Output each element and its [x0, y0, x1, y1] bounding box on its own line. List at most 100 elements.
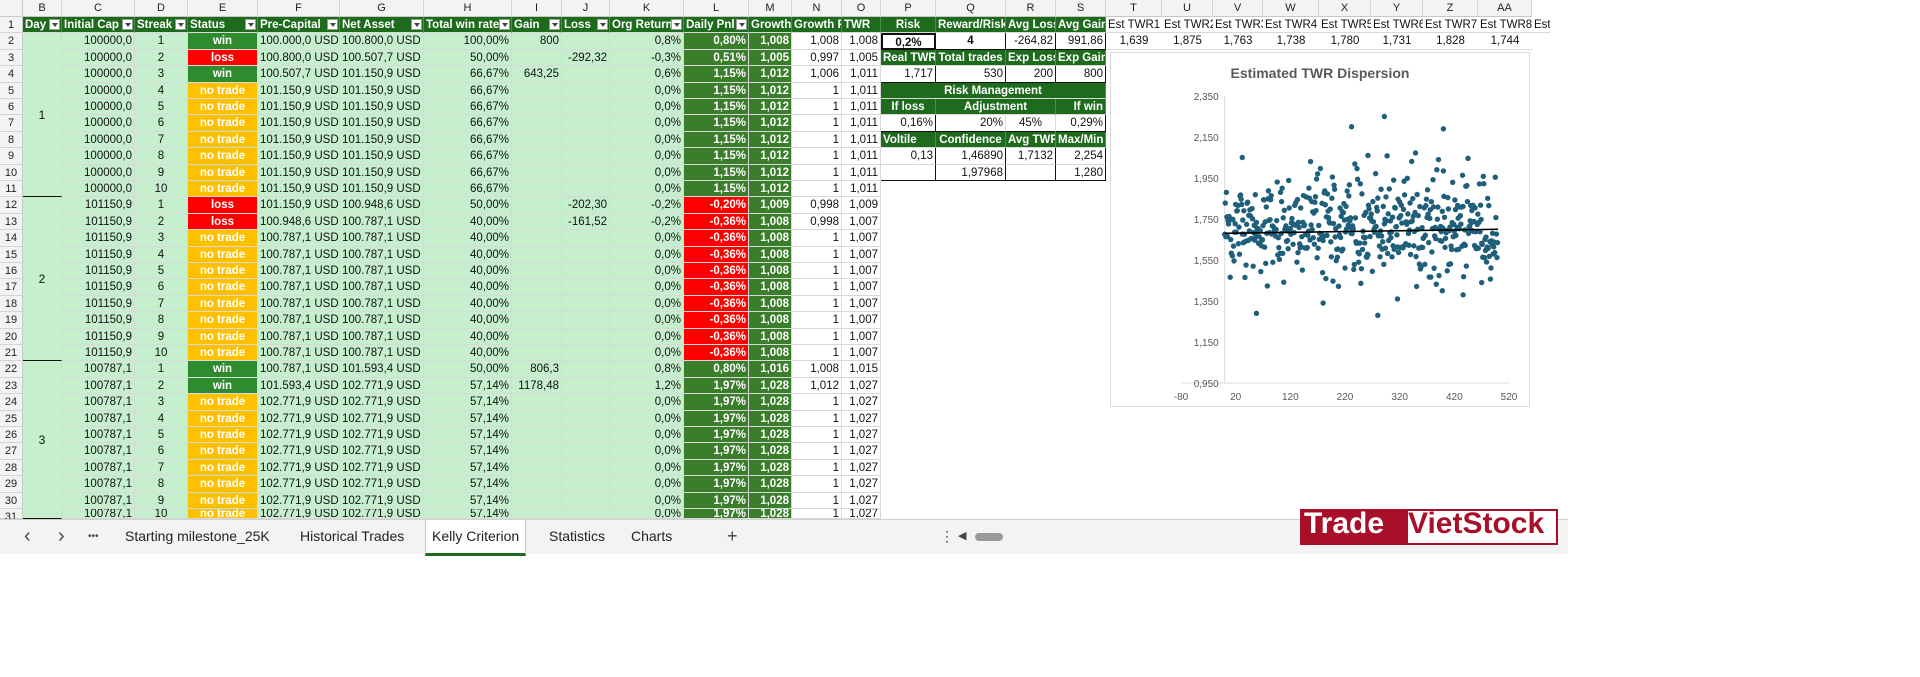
cell-loss[interactable] [562, 148, 610, 165]
header-est-twr[interactable]: Est TWR1 [1106, 17, 1162, 34]
cell-initial-cap[interactable]: 100000,0 [62, 181, 135, 198]
cell-initial-cap[interactable]: 100787,1 [62, 377, 135, 395]
cell-pre-capital[interactable]: 100.800,0 USD [258, 49, 340, 67]
cell-gain[interactable] [512, 295, 562, 313]
cell-daily-pnl[interactable]: 1,15% [684, 82, 749, 99]
cell-streak[interactable]: 10 [135, 345, 188, 362]
cell-status[interactable]: loss [188, 213, 258, 231]
cell-loss[interactable] [562, 99, 610, 116]
est-twr-value[interactable]: 1,639 [1106, 33, 1162, 50]
cell-growth[interactable]: 1,008 [749, 213, 792, 231]
header-est-twr[interactable]: Est TWR4 [1263, 17, 1319, 34]
row-header[interactable]: 11 [0, 181, 23, 198]
cell-initial-cap[interactable]: 100000,0 [62, 33, 135, 50]
cell-loss[interactable] [562, 394, 610, 411]
total-trades-label[interactable]: Total trades [936, 49, 1006, 67]
row-header[interactable]: 4 [0, 66, 23, 83]
row-header[interactable]: 23 [0, 377, 23, 395]
cell-status[interactable]: no trade [188, 181, 258, 198]
column-header-j[interactable]: J [562, 0, 610, 17]
cell-growth-f[interactable]: 1,008 [792, 33, 842, 50]
row-header[interactable]: 8 [0, 131, 23, 149]
cell-net-asset[interactable]: 101.150,9 USD [340, 82, 424, 99]
cell-growth-f[interactable]: 0,998 [792, 197, 842, 214]
cell-loss[interactable] [562, 459, 610, 477]
cell-twr[interactable]: 1,027 [842, 394, 881, 411]
cell-daily-pnl[interactable]: -0,20% [684, 197, 749, 214]
row-header[interactable]: 29 [0, 476, 23, 493]
cell-twr[interactable]: 1,008 [842, 33, 881, 50]
tab-historical-trades[interactable]: Historical Trades [300, 520, 404, 553]
cell-pre-capital[interactable]: 100.948,6 USD [258, 213, 340, 231]
cell-twr[interactable]: 1,011 [842, 66, 881, 83]
cell-daily-pnl[interactable]: -0,36% [684, 246, 749, 263]
cell-growth-f[interactable]: 1 [792, 115, 842, 132]
cell-streak[interactable]: 4 [135, 82, 188, 99]
voltile-label[interactable]: Voltile [881, 131, 936, 149]
row-header[interactable]: 21 [0, 345, 23, 362]
cell-twr[interactable]: 1,007 [842, 312, 881, 329]
total-trades-value[interactable]: 530 [936, 66, 1006, 83]
cell-streak[interactable]: 8 [135, 148, 188, 165]
cell-growth[interactable]: 1,028 [749, 443, 792, 460]
cell-daily-pnl[interactable]: 1,97% [684, 459, 749, 477]
cell-streak[interactable]: 6 [135, 279, 188, 296]
cell-daily-pnl[interactable]: 1,15% [684, 99, 749, 116]
cell-net-asset[interactable]: 101.150,9 USD [340, 131, 424, 149]
cell-growth-f[interactable]: 1 [792, 492, 842, 509]
cell-org-return[interactable]: 0,0% [610, 410, 684, 427]
cell-pre-capital[interactable]: 100.787,1 USD [258, 295, 340, 313]
cell-status[interactable]: no trade [188, 246, 258, 263]
cell-pre-capital[interactable]: 102.771,9 USD [258, 394, 340, 411]
cell-loss[interactable] [562, 476, 610, 493]
cell-org-return[interactable]: -0,2% [610, 213, 684, 231]
cell-growth[interactable]: 1,012 [749, 115, 792, 132]
cell-gain[interactable] [512, 263, 562, 280]
row-header[interactable]: 24 [0, 394, 23, 411]
cell-net-asset[interactable]: 102.771,9 USD [340, 443, 424, 460]
cell-net-asset[interactable]: 102.771,9 USD [340, 459, 424, 477]
cell-total-win-rate[interactable]: 57,14% [424, 509, 512, 519]
cell-org-return[interactable]: 0,0% [610, 345, 684, 362]
cell-growth-f[interactable]: 1 [792, 312, 842, 329]
cell-growth[interactable]: 1,012 [749, 82, 792, 99]
tab-starting-milestone-25k[interactable]: Starting milestone_25K [125, 520, 270, 553]
horizontal-scrollbar-thumb[interactable] [975, 533, 1003, 541]
cell-pre-capital[interactable]: 100.787,1 USD [258, 345, 340, 362]
cell-loss[interactable] [562, 131, 610, 149]
cell-net-asset[interactable]: 101.150,9 USD [340, 115, 424, 132]
select-all-corner[interactable] [0, 0, 23, 17]
cell-daily-pnl[interactable]: 1,97% [684, 394, 749, 411]
row-header[interactable]: 1 [0, 17, 23, 34]
header-loss[interactable]: Loss [562, 17, 610, 34]
cell-streak[interactable]: 1 [135, 361, 188, 378]
cell-twr[interactable]: 1,007 [842, 230, 881, 247]
cell-pre-capital[interactable]: 101.150,9 USD [258, 82, 340, 99]
cell-initial-cap[interactable]: 101150,9 [62, 279, 135, 296]
cell-streak[interactable]: 8 [135, 312, 188, 329]
cell-org-return[interactable]: 0,0% [610, 509, 684, 519]
cell-net-asset[interactable]: 100.787,1 USD [340, 263, 424, 280]
cell-total-win-rate[interactable]: 40,00% [424, 263, 512, 280]
cell-twr[interactable]: 1,027 [842, 509, 881, 519]
cell-growth-f[interactable]: 1 [792, 509, 842, 519]
cell-gain[interactable] [512, 115, 562, 132]
est-twr-value[interactable]: 1,828 [1423, 33, 1478, 50]
cell-org-return[interactable]: 0,0% [610, 476, 684, 493]
cell-twr[interactable]: 1,011 [842, 181, 881, 198]
cell-pre-capital[interactable]: 100.787,1 USD [258, 279, 340, 296]
cell-initial-cap[interactable]: 100000,0 [62, 115, 135, 132]
cell-growth[interactable]: 1,028 [749, 476, 792, 493]
cell-total-win-rate[interactable]: 57,14% [424, 459, 512, 477]
cell-org-return[interactable]: 0,0% [610, 312, 684, 329]
adjustment-value-1[interactable]: 20% [936, 115, 1006, 132]
filter-dropdown-icon[interactable] [245, 19, 256, 30]
cell-status[interactable]: no trade [188, 279, 258, 296]
cell-gain[interactable] [512, 427, 562, 444]
cell-growth-f[interactable]: 1 [792, 99, 842, 116]
header-growth[interactable]: Growth [749, 17, 792, 34]
tab-statistics[interactable]: Statistics [549, 520, 605, 553]
cell-gain[interactable]: 800 [512, 33, 562, 50]
cell-org-return[interactable]: 0,0% [610, 328, 684, 345]
cell-loss[interactable] [562, 82, 610, 99]
